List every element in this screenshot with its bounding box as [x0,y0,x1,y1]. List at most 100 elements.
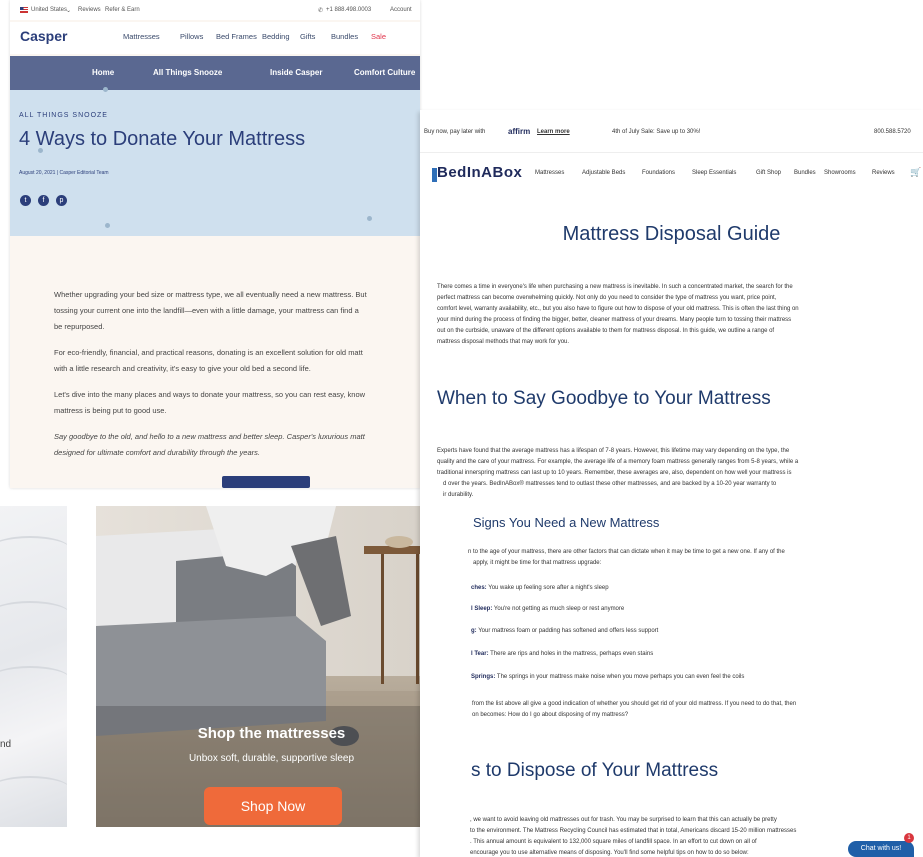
sign-item: Springs: The springs in your mattress ma… [471,674,744,680]
article-paragraph: mattress is being put to good use. [54,406,167,415]
sale-banner-text[interactable]: 4th of July Sale: Save up to 30%! [612,129,700,135]
facebook-icon[interactable]: f [38,195,49,206]
country-selector[interactable]: United States [31,7,67,13]
nav-bundles[interactable]: Bundles [794,170,816,176]
article-paragraph: Let's dive into the many places and ways… [54,390,366,399]
goodbye-paragraph: Experts have found that the average matt… [437,448,790,454]
sign-text: The springs in your mattress make noise … [495,674,745,680]
nav-foundations[interactable]: Foundations [642,170,675,176]
signs-intro: n to the age of your mattress, there are… [468,549,785,555]
sign-item: g: Your mattress foam or padding has sof… [471,628,658,634]
blog-tab-inside-casper[interactable]: Inside Casper [270,68,322,77]
intro-paragraph: your mind during the process of finding … [437,317,792,323]
phone-icon: ✆ [318,8,324,14]
nav-bedding[interactable]: Bedding [262,32,290,41]
article-paragraph: Whether upgrading your bed size or mattr… [54,290,367,299]
chat-button[interactable]: Chat with us! [848,841,914,857]
article-paragraph: designed for ultimate comfort and durabi… [54,448,260,457]
sign-text: You wake up feeling sore after a night's… [486,585,609,591]
article-category[interactable]: ALL THINGS SNOOZE [19,112,108,119]
blog-tab-all-things-snooze[interactable]: All Things Snooze [153,68,222,77]
casper-main-nav: Casper Mattresses Pillows Bed Frames Bed… [10,22,420,54]
decor-dot [103,87,108,92]
flag-icon [20,7,28,15]
section-heading-dispose: s to Dispose of Your Mattress [471,760,719,781]
signs-intro: apply, it might be time for that mattres… [473,560,602,566]
reviews-link[interactable]: Reviews [78,7,101,13]
phone-number[interactable]: 800.588.5720 [874,129,911,135]
photo-caption-fragment: nd [0,739,12,750]
chevron-down-icon: ⌄ [66,8,72,14]
banner-title: Shop the mattresses [197,725,346,742]
mattress-photo [96,506,447,827]
goodbye-paragraph: ir durability. [443,492,474,498]
account-link[interactable]: Account [390,7,412,13]
shop-now-button[interactable]: Shop Now [204,787,342,825]
blog-tab-comfort-culture[interactable]: Comfort Culture [354,68,415,77]
bib-main-nav: BedInABox Mattresses Adjustable Beds Fou… [420,160,923,190]
nav-pillows[interactable]: Pillows [180,32,203,41]
bedinabox-logo[interactable]: BedInABox [437,164,522,181]
casper-article-card: United States ⌄ Reviews Refer & Earn ✆ +… [10,0,420,488]
sign-text: There are rips and holes in the mattress… [488,651,654,657]
nav-showrooms[interactable]: Showrooms [824,170,856,176]
nav-adjustable-beds[interactable]: Adjustable Beds [582,170,625,176]
refer-link[interactable]: Refer & Earn [105,7,140,13]
banner-subtitle: Unbox soft, durable, supportive sleep [188,753,355,764]
article-hero: ALL THINGS SNOOZE 4 Ways to Donate Your … [10,87,420,236]
shop-button[interactable] [222,476,310,488]
signs-outro: on becomes: How do I go about disposing … [472,712,629,718]
article-meta: August 20, 2021 | Casper Editorial Team [19,170,109,176]
phone-number[interactable]: +1 888.498.0003 [326,7,371,13]
intro-paragraph: perfect mattress can become overwhelming… [437,295,777,301]
nav-mattresses[interactable]: Mattresses [535,170,564,176]
nav-sleep-essentials[interactable]: Sleep Essentials [692,170,736,176]
sign-label: ches: [471,585,487,591]
casper-utility-bar: United States ⌄ Reviews Refer & Earn ✆ +… [10,0,420,20]
nav-gifts[interactable]: Gifts [300,32,315,41]
nav-bundles[interactable]: Bundles [331,32,358,41]
chat-notification-badge: 1 [904,833,914,843]
goodbye-paragraph: quality and the care of your mattress. F… [437,459,799,465]
nav-sale[interactable]: Sale [371,32,386,41]
nav-bed-frames[interactable]: Bed Frames [216,32,257,41]
article-title: 4 Ways to Donate Your Mattress [19,128,306,150]
sign-item: ches: You wake up feeling sore after a n… [471,585,609,591]
decor-dot [105,223,110,228]
affirm-logo: affirm [508,127,531,136]
intro-paragraph: There comes a time in everyone's life wh… [437,284,793,290]
sign-label: l Tear: [471,651,489,657]
sheet-fold [0,601,67,627]
sign-item: l Tear: There are rips and holes in the … [471,651,653,657]
sign-item: l Sleep: You're not getting as much slee… [471,606,624,612]
intro-paragraph: mattress disposal methods that may work … [437,339,570,345]
guide-title: Mattress Disposal Guide [562,223,781,245]
decor-dot [367,216,372,221]
section-heading-signs: Signs You Need a New Mattress [473,515,660,530]
article-paragraph: tossing your current one into the landfi… [54,306,359,315]
signs-outro: from the list above all give a good indi… [472,701,797,707]
section-heading-goodbye: When to Say Goodbye to Your Mattress [437,388,771,409]
pinterest-icon[interactable]: p [56,195,67,206]
article-paragraph: be repurposed. [54,322,105,331]
cart-icon[interactable]: 🛒 [910,167,921,178]
twitter-icon[interactable]: t [20,195,31,206]
nav-reviews[interactable]: Reviews [872,170,895,176]
article-paragraph: with a little research and creativity, i… [54,364,311,373]
pay-later-text: Buy now, pay later with [424,129,486,135]
learn-more-link[interactable]: Learn more [537,129,570,135]
sign-text: You're not getting as much sleep or rest… [492,606,625,612]
shop-mattresses-banner[interactable]: Shop the mattresses Unbox soft, durable,… [96,506,447,827]
goodbye-paragraph: traditional innerspring mattress can las… [437,470,792,476]
casper-logo[interactable]: Casper [20,28,67,44]
casper-blog-nav: Home All Things Snooze Inside Casper Com… [10,56,420,90]
nav-gift-shop[interactable]: Gift Shop [756,170,781,176]
promo-bar: Buy now, pay later with affirm Learn mor… [420,110,923,153]
intro-paragraph: comfort level, warranty availability, et… [437,306,799,312]
nav-mattresses[interactable]: Mattresses [123,32,160,41]
blog-tab-home[interactable]: Home [92,68,114,77]
sheet-fold [0,666,67,692]
sign-label: Springs: [471,674,496,680]
goodbye-paragraph: d over the years. BedInABox® mattresses … [443,481,777,487]
logo-box-icon [432,168,437,182]
